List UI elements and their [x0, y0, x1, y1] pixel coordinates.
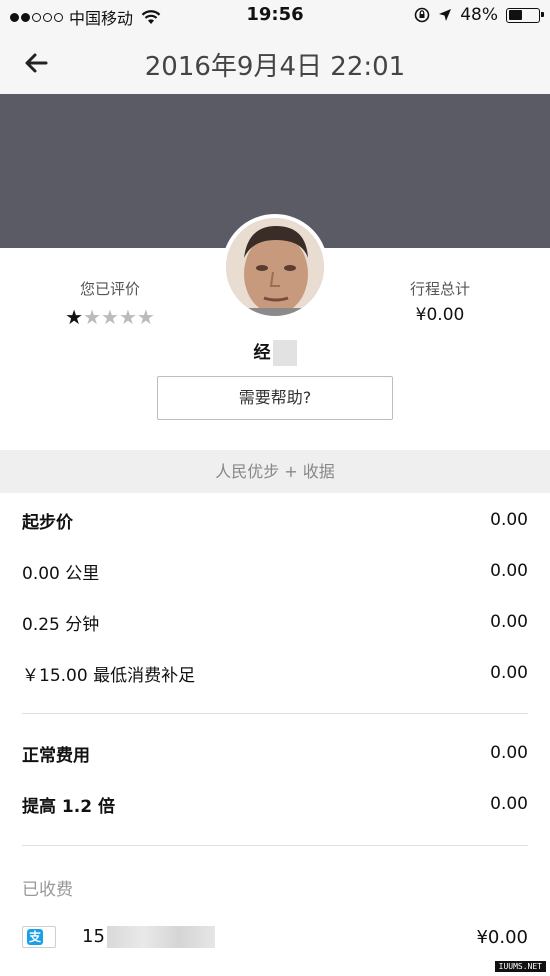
orientation-lock-icon — [414, 7, 430, 23]
total-block: 行程总计 ¥0.00 — [360, 278, 520, 325]
fare-row: ￥15.00 最低消费补足 0.00 — [22, 661, 528, 686]
driver-name: 经 — [0, 338, 550, 366]
driver-photo — [226, 218, 324, 316]
divider — [22, 713, 528, 714]
account-redaction — [106, 926, 215, 948]
watermark: IUUMS.NET — [494, 961, 546, 972]
nav-bar: 2016年9月4日 22:01 — [0, 32, 550, 94]
divider — [22, 845, 528, 846]
fare-label: 0.00 公里 — [22, 563, 100, 584]
star-rating: ★★★★★ — [30, 305, 190, 329]
paid-label: 已收费 — [22, 880, 73, 900]
fare-value: 0.00 — [490, 794, 528, 814]
fare-label: ￥15.00 最低消费补足 — [22, 665, 196, 686]
account-prefix: 15 — [82, 926, 105, 947]
help-button[interactable]: 需要帮助? — [157, 376, 393, 420]
payment-row: 支 15 ¥0.00 — [22, 924, 528, 950]
total-label: 行程总计 — [409, 280, 470, 298]
fare-row: 正常费用 0.00 — [22, 741, 528, 766]
battery-icon — [506, 7, 544, 23]
star-filled-icon: ★ — [65, 305, 84, 329]
fare-row: 提高 1.2 倍 0.00 — [22, 792, 528, 817]
alipay-glyph: 支 — [27, 929, 43, 945]
fare-row: 0.00 公里 0.00 — [22, 559, 528, 584]
rating-block: 您已评价 ★★★★★ — [30, 278, 190, 329]
payment-amount: ¥0.00 — [476, 926, 528, 948]
star-empty-icon: ★ — [101, 305, 119, 329]
star-empty-icon: ★ — [136, 305, 155, 329]
page-title: 2016年9月4日 22:01 — [144, 52, 406, 82]
status-bar: 中国移动 19:56 48% — [0, 0, 550, 32]
alipay-icon: 支 — [22, 926, 56, 948]
total-value: ¥0.00 — [415, 305, 465, 325]
fare-label: 起步价 — [22, 512, 73, 533]
rating-label: 您已评价 — [79, 280, 140, 298]
fare-row: 起步价 0.00 — [22, 508, 528, 533]
location-arrow-icon — [439, 9, 452, 21]
fare-label: 提高 1.2 倍 — [22, 796, 115, 817]
star-empty-icon: ★ — [118, 305, 137, 329]
driver-name-text: 经 — [253, 343, 271, 363]
fare-row: 0.25 分钟 0.00 — [22, 610, 528, 635]
star-empty-icon: ★ — [83, 305, 102, 329]
fare-label: 0.25 分钟 — [22, 614, 100, 635]
payment-account: 15 — [82, 926, 215, 948]
fare-value: 0.00 — [490, 510, 528, 530]
fare-value: 0.00 — [490, 743, 528, 763]
driver-avatar — [222, 214, 328, 320]
fare-label: 正常费用 — [22, 745, 90, 766]
battery-percent: 48% — [460, 5, 498, 25]
fare-value: 0.00 — [490, 663, 528, 683]
receipt-header: 人民优步 + 收据 — [0, 450, 550, 493]
fare-value: 0.00 — [490, 612, 528, 632]
name-redaction — [272, 340, 297, 366]
fare-value: 0.00 — [490, 561, 528, 581]
